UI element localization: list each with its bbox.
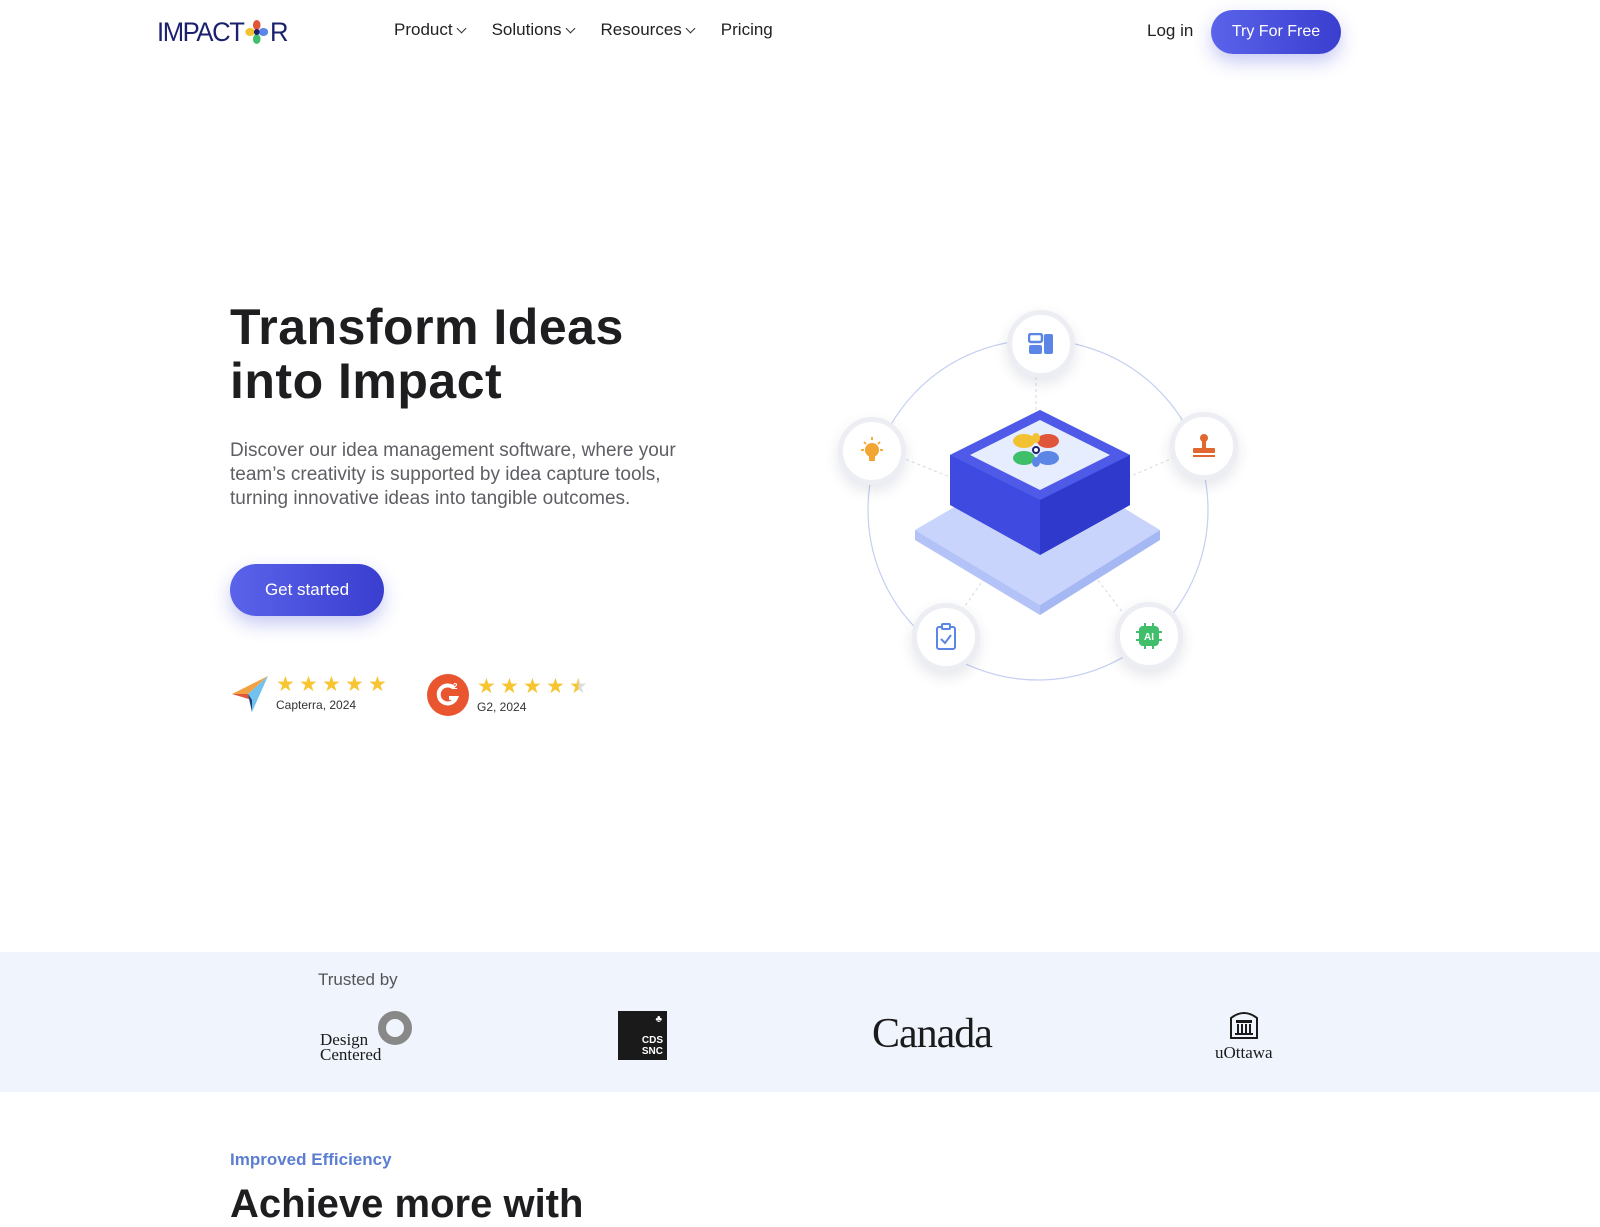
- node-lightbulb: [838, 417, 906, 485]
- chevron-down-icon: [456, 23, 467, 33]
- canada-logo: Canada: [872, 1010, 993, 1058]
- star-icon: ★: [345, 672, 364, 696]
- design-centered-logo: Design Centered: [320, 1008, 420, 1068]
- cds-snc-logo: ♣ CDS SNC: [618, 1011, 667, 1060]
- logo-line: Centered: [320, 1045, 382, 1064]
- logo-wordmark: uOttawa: [1215, 1043, 1273, 1062]
- login-link[interactable]: Log in: [1147, 21, 1193, 41]
- hero-title: Transform Ideas into Impact: [230, 300, 624, 408]
- nav-product[interactable]: Product: [394, 20, 467, 40]
- logo-line: CDS: [641, 1035, 663, 1046]
- nav-label: Pricing: [720, 20, 773, 39]
- ai-chip-icon: AI: [1136, 623, 1162, 649]
- capterra-rating: ★ ★ ★ ★ ★ Capterra, 2024: [230, 674, 387, 712]
- hero-title-line2: into Impact: [230, 353, 503, 409]
- node-dashboard: [1007, 310, 1075, 378]
- nav-label: Product: [394, 20, 453, 39]
- nav-solutions[interactable]: Solutions: [491, 20, 575, 40]
- logo-text: IMPACT: [157, 16, 245, 47]
- star-half-icon: ★: [569, 674, 588, 698]
- star-icon: ★: [299, 672, 318, 696]
- dashboard-icon: [1028, 333, 1053, 354]
- logo-flower-icon: [244, 19, 269, 45]
- nav-label: Solutions: [491, 20, 562, 39]
- section-title: Achieve more with: [230, 1182, 584, 1226]
- node-ai: AI: [1115, 602, 1183, 670]
- logo-line: SNC: [641, 1046, 663, 1057]
- logo-text-end: R: [270, 16, 289, 47]
- clipboard-check-icon: [936, 623, 956, 650]
- star-rating: ★ ★ ★ ★ ★: [477, 674, 588, 698]
- star-rating: ★ ★ ★ ★ ★: [276, 672, 387, 696]
- rating-label: Capterra, 2024: [276, 697, 357, 712]
- capterra-logo-icon: [232, 676, 268, 712]
- get-started-button[interactable]: Get started: [230, 564, 384, 616]
- logo-wordmark: Canada: [872, 1011, 993, 1057]
- node-stamp: [1170, 412, 1238, 480]
- star-icon: ★: [477, 674, 496, 698]
- chevron-down-icon: [685, 23, 696, 33]
- stamp-icon: [1193, 434, 1215, 457]
- logo[interactable]: IMPACT R: [157, 16, 289, 48]
- uottawa-logo: uOttawa: [1215, 1008, 1273, 1063]
- trusted-by-band: [0, 952, 1600, 1092]
- svg-text:AI: AI: [1144, 632, 1154, 643]
- maple-leaf-icon: ♣: [655, 1014, 662, 1025]
- nav-label: Resources: [600, 20, 682, 39]
- star-icon: ★: [322, 672, 341, 696]
- hero-title-line1: Transform Ideas: [230, 299, 624, 355]
- section-eyebrow: Improved Efficiency: [230, 1150, 392, 1169]
- node-clipboard: [912, 603, 980, 671]
- try-for-free-button[interactable]: Try For Free: [1211, 10, 1341, 54]
- star-icon: ★: [500, 674, 519, 698]
- rating-label: G2, 2024: [477, 699, 527, 714]
- g2-rating: 2 ★ ★ ★ ★ ★ G2, 2024: [427, 674, 588, 716]
- star-icon: ★: [276, 672, 295, 696]
- star-icon: ★: [523, 674, 542, 698]
- g2-logo-icon: 2: [427, 674, 469, 716]
- nav-resources[interactable]: Resources: [600, 20, 696, 40]
- nav-pricing[interactable]: Pricing: [721, 20, 773, 40]
- hero-subtitle: Discover our idea management software, w…: [230, 440, 676, 509]
- lightbulb-icon: [861, 437, 883, 461]
- trusted-by-label: Trusted by: [318, 970, 398, 989]
- building-icon: [1229, 1012, 1258, 1039]
- chevron-down-icon: [565, 23, 575, 33]
- star-icon: ★: [368, 672, 387, 696]
- star-icon: ★: [546, 674, 565, 698]
- hero-illustration: AI: [838, 305, 1260, 705]
- main-nav: Product Solutions Resources Pricing: [394, 20, 773, 40]
- svg-text:2: 2: [453, 682, 458, 691]
